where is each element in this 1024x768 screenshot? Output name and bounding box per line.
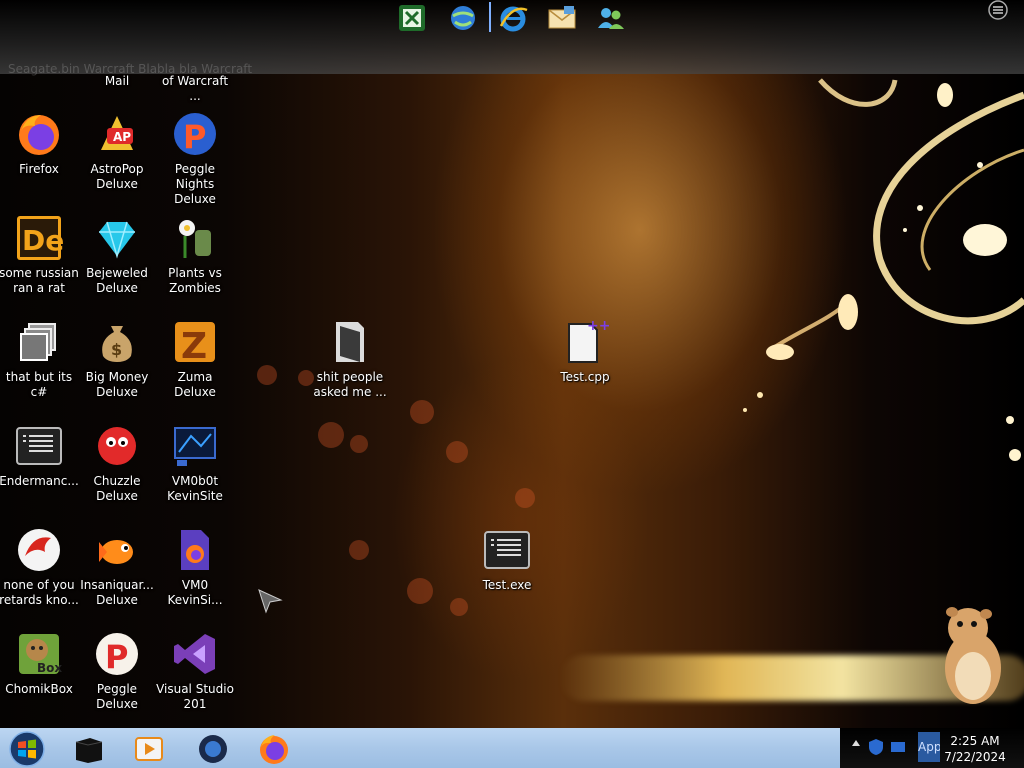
peggle-icon: P [96,633,138,676]
icon-label: Chuzzle Deluxe [93,474,141,503]
svg-text:Z: Z [181,326,207,366]
icon-label: ChomikBox [5,682,73,696]
svg-text:$: $ [111,340,122,359]
desktop-icon-chomikbox[interactable]: Box ChomikBox [0,630,79,697]
money-bag-icon: $ [102,326,132,362]
icon-label: VM0 KevinSi... [167,578,223,607]
icon-label: Endermanc... [0,474,79,488]
desktop-icon-astropop[interactable]: AP AstroPop Deluxe [77,110,157,192]
dock-divider [489,2,491,32]
svg-text:P: P [105,638,128,676]
visual-studio-icon [174,634,215,674]
desktop-icon-none-of-you[interactable]: none of you retards kno... [0,526,79,608]
desktop-icon-plants-vs-zombies[interactable]: Plants vs Zombies [155,214,235,296]
firefox-document-icon [181,530,209,570]
icon-label: Visual Studio 201 [156,682,234,711]
icon-label: Insaniquar... Deluxe [80,578,154,607]
desktop-icon-zuma[interactable]: Z Zuma Deluxe [155,318,235,400]
icon-label: Test.cpp [560,370,610,384]
svg-text:De: De [22,224,63,257]
plants-vs-zombies-icon [179,220,211,258]
icon-label: Plants vs Zombies [168,266,222,295]
chuzzle-icon [98,427,136,465]
desktop-icon-warcraft-partial[interactable]: of Warcraft ... [155,74,235,104]
red-dragon-icon [18,529,60,571]
windows-start-orb-icon[interactable] [8,730,46,768]
hamster-gadget[interactable] [938,604,1008,708]
svg-text:AP: AP [113,130,131,144]
shield-icon[interactable] [868,738,884,756]
svg-text:P: P [183,118,206,156]
excel-icon[interactable] [396,2,428,34]
cpp-file-icon: ++ [568,318,610,363]
zuma-icon: Z [175,322,215,367]
desktop-icon-vm0-kevinsi[interactable]: VM0 KevinSi... [155,526,235,608]
icon-label: Big Money Deluxe [85,370,149,399]
desktop-icon-mail-partial[interactable]: Mail [77,74,157,89]
clock-date: 7/22/2024 [944,750,1006,764]
desktop-icon-chuzzle[interactable]: Chuzzle Deluxe [77,422,157,504]
media-player-icon[interactable] [132,732,166,766]
stacked-windows-icon [20,323,56,361]
icon-label: Firefox [19,162,59,176]
de-app-icon: De [17,216,64,260]
icon-label: of Warcraft ... [161,74,229,103]
svg-text:Box: Box [37,661,62,675]
astropop-icon: AP [101,116,133,150]
mouse-cursor-icon [258,589,283,614]
desktop-icon-peggle-nights[interactable]: P Peggle Nights Deluxe [155,110,235,207]
console-app-icon [484,531,530,569]
icon-label: none of you retards kno... [0,578,79,607]
desktop-icon-folder[interactable]: shit people asked me ... [310,318,390,400]
desktop-icon-firefox[interactable]: Firefox [0,110,79,177]
desktop-icon-big-money[interactable]: $ Big Money Deluxe [77,318,157,400]
app-icon[interactable]: App [918,732,940,762]
desktop-icon-endermanc[interactable]: Endermanc... [0,422,79,489]
icon-label: AstroPop Deluxe [90,162,144,191]
taskbar-clock[interactable]: 2:25 AM 7/22/2024 [940,733,1010,765]
vm-screen-icon [174,427,216,466]
top-dock-bar: Seagate.bin Warcraft Blabla bla Warcraft [0,0,1024,76]
desktop-icon-insaniquarium[interactable]: Insaniquar... Deluxe [77,526,157,608]
internet-explorer-icon[interactable] [497,2,529,34]
firefox-taskbar-icon[interactable] [257,732,291,766]
dark-globe-icon[interactable] [196,732,230,766]
black-box-icon[interactable] [72,732,106,766]
icon-label: some russian ran a rat [0,266,79,295]
clock-time: 2:25 AM [950,734,1000,748]
icon-label: Bejeweled Deluxe [86,266,148,295]
desktop-icon-test-exe[interactable]: Test.exe [467,526,547,593]
messenger-people-icon[interactable] [595,2,627,34]
firefox-icon [19,115,59,155]
desktop-icon-test-cpp[interactable]: ++ Test.cpp [545,318,625,385]
icon-label: Peggle Nights Deluxe [174,162,216,206]
console-app-icon [16,427,62,465]
internet-globe-icon[interactable] [447,2,479,34]
blue-gem-icon [99,221,135,259]
tray-app-label: App [918,740,940,754]
peggle-nights-icon: P [174,113,216,156]
folder-icon [336,322,364,362]
desktop-icon-some-russian[interactable]: De some russian ran a rat [0,214,79,296]
icon-label: shit people asked me ... [313,370,387,399]
desktop-icon-that-but-its-csharp[interactable]: that but its c# [0,318,79,400]
icon-label: Mail [104,74,130,88]
desktop-icon-bejeweled[interactable]: Bejeweled Deluxe [77,214,157,296]
icon-label: Peggle Deluxe [96,682,138,711]
network-icon[interactable] [890,740,906,754]
icon-label: Test.exe [482,578,532,592]
mail-envelope-icon[interactable] [546,2,578,34]
chomikbox-icon: Box [19,634,62,675]
icon-label: Zuma Deluxe [174,370,216,399]
desktop-icon-visual-studio[interactable]: Visual Studio 201 [155,630,235,712]
desktop-icon-peggle-deluxe[interactable]: P Peggle Deluxe [77,630,157,712]
show-hidden-icons-icon[interactable] [852,740,860,746]
icon-label: VM0b0t KevinSite [167,474,223,503]
menu-icon[interactable] [986,0,1010,20]
icon-label: that but its c# [5,370,73,399]
desktop-icon-vm0b0t-kevinsite[interactable]: VM0b0t KevinSite [155,422,235,504]
svg-text:++: ++ [587,318,609,334]
goldfish-icon [99,540,133,564]
